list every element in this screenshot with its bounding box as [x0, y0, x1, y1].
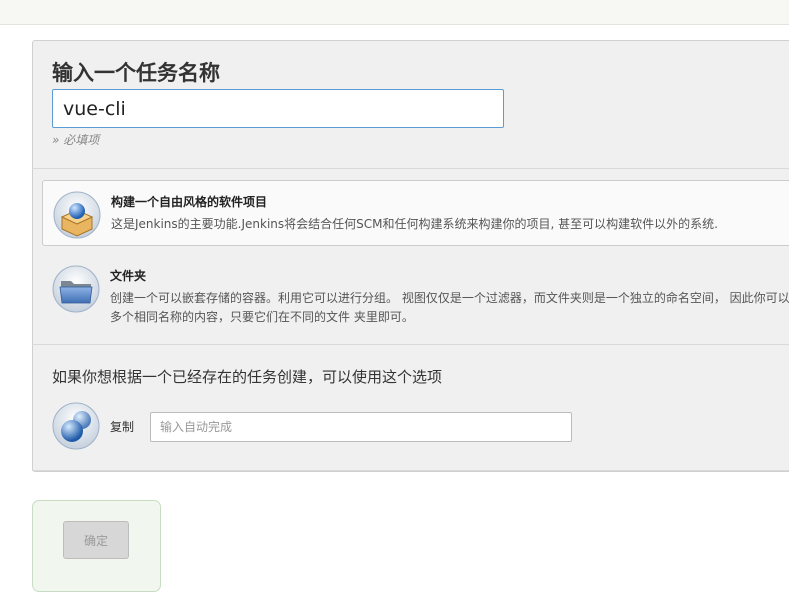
item-type-folder[interactable]: 文件夹 创建一个可以嵌套存储的容器。利用它可以进行分组。 视图仅仅是一个过滤器，… — [42, 255, 789, 337]
divider — [32, 344, 789, 345]
item-name-input[interactable] — [52, 89, 504, 128]
divider — [32, 470, 789, 471]
divider — [32, 168, 789, 169]
ok-button[interactable]: 确定 — [63, 521, 129, 559]
copy-label: 复制 — [110, 420, 135, 434]
copy-icon — [52, 402, 100, 450]
item-type-list: 构建一个自由风格的软件项目 这是Jenkins的主要功能.Jenkins将会结合… — [42, 180, 789, 345]
item-type-label: 文件夹 — [110, 269, 147, 283]
freestyle-project-icon — [53, 191, 101, 239]
copy-from-input[interactable] — [150, 412, 572, 442]
item-type-description: 创建一个可以嵌套存储的容器。利用它可以进行分组。 视图仅仅是一个过滤器，而文件夹… — [110, 291, 789, 324]
item-type-description: 这是Jenkins的主要功能.Jenkins将会结合任何SCM和任何构建系统来构… — [111, 217, 718, 231]
item-type-label: 构建一个自由风格的软件项目 — [111, 195, 268, 209]
required-note: » 必填项 — [52, 133, 100, 147]
copy-hint: 如果你想根据一个已经存在的任务创建，可以使用这个选项 — [52, 368, 443, 386]
item-type-freestyle[interactable]: 构建一个自由风格的软件项目 这是Jenkins的主要功能.Jenkins将会结合… — [42, 180, 789, 246]
top-bar — [0, 0, 789, 25]
item-name-title: 输入一个任务名称 — [52, 61, 220, 85]
folder-icon — [52, 265, 100, 313]
